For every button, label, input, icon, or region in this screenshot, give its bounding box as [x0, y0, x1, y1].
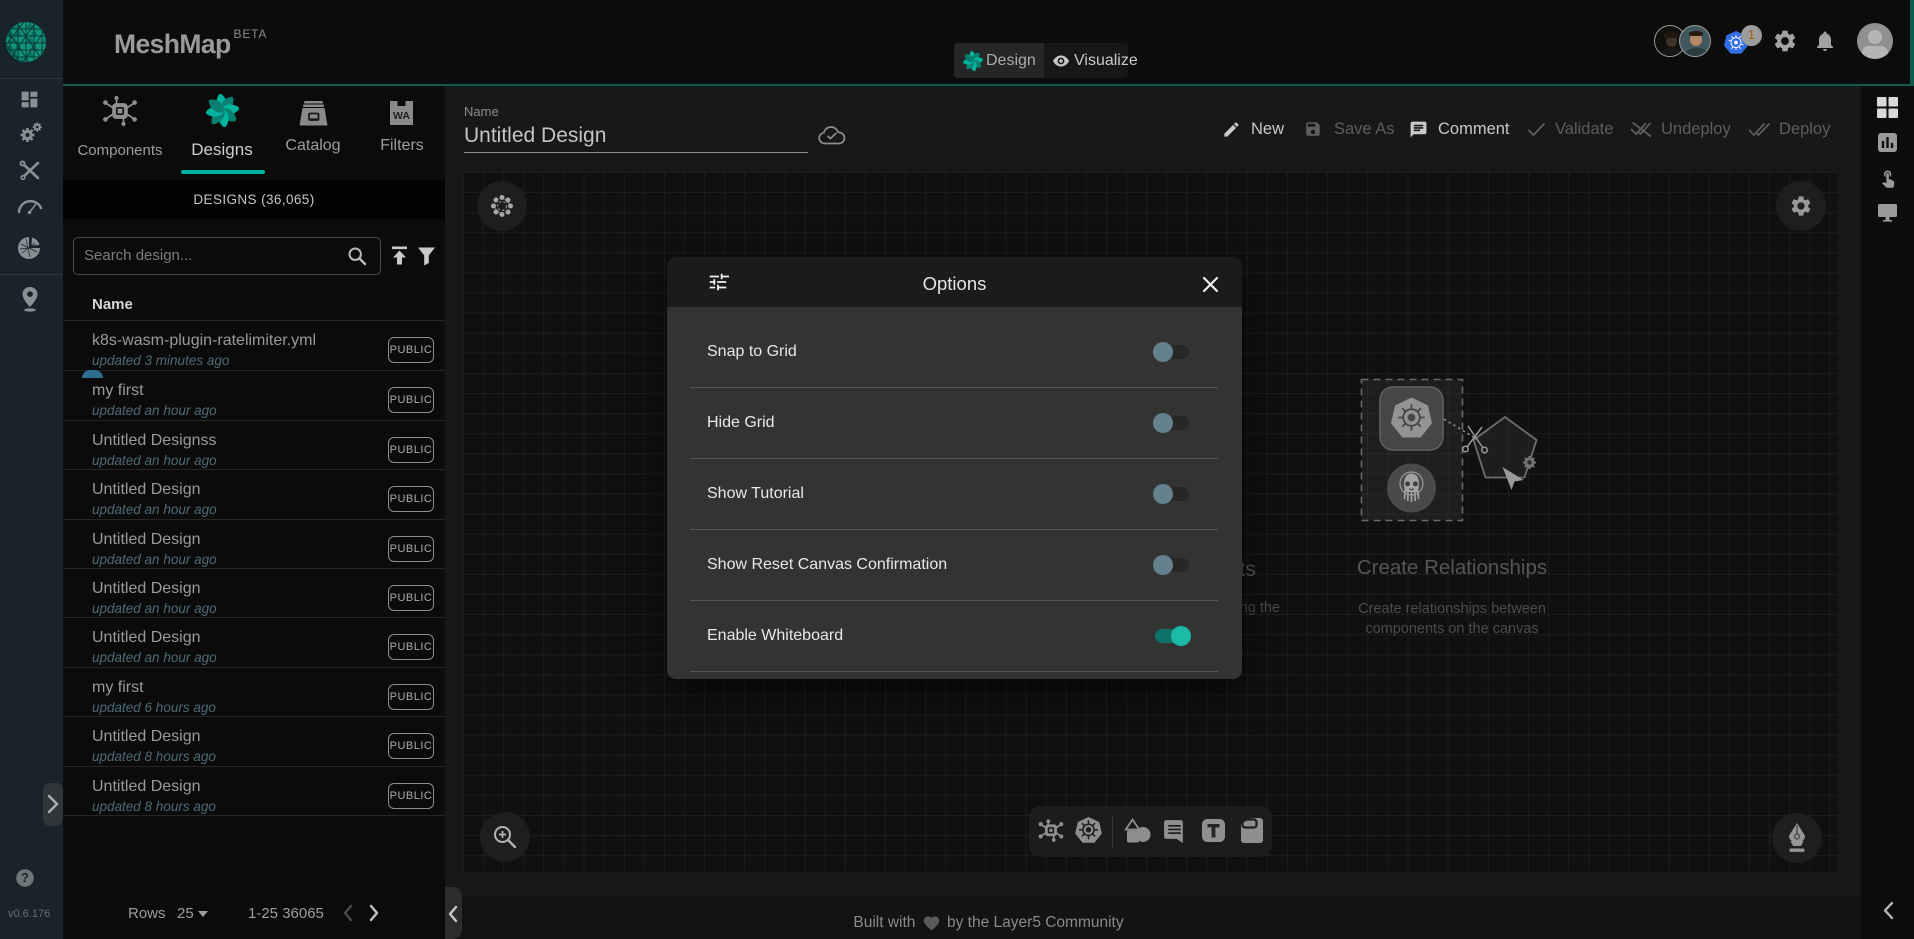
svg-text:WA: WA — [393, 110, 410, 122]
svg-text:?: ? — [21, 871, 29, 885]
